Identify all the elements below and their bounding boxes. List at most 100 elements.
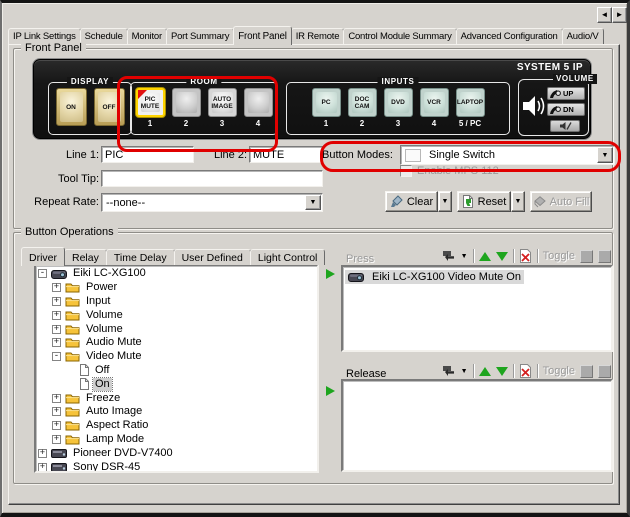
tree-item-label: Power [84, 281, 119, 294]
expand-toggle[interactable]: - [38, 269, 47, 278]
reset-button[interactable]: Reset [457, 191, 511, 212]
expand-toggle[interactable]: + [52, 297, 61, 306]
tree-item-lamp-mode[interactable]: +Lamp Mode [36, 433, 317, 447]
expand-toggle[interactable]: + [52, 407, 61, 416]
room-button-3[interactable]: AUTOIMAGE [208, 88, 237, 117]
tree-item-aspect-ratio[interactable]: +Aspect Ratio [36, 419, 317, 433]
dropdown-arrow-icon[interactable]: ▼ [597, 147, 613, 163]
expand-toggle[interactable]: + [52, 311, 61, 320]
input-button-1[interactable]: PC [312, 88, 341, 117]
expand-toggle[interactable]: + [52, 283, 61, 292]
tree-item-eiki-lc-xg100[interactable]: -Eiki LC-XG100 [36, 267, 317, 281]
input-button-5 / PC[interactable]: LAPTOP [456, 88, 485, 117]
expand-toggle[interactable]: + [52, 421, 61, 430]
clear-options-arrow[interactable]: ▼ [438, 191, 452, 212]
tab-scroll-left-button[interactable]: ◄ [597, 7, 612, 23]
tree-item-power[interactable]: + Power [36, 281, 317, 295]
operations-tab-time-delay[interactable]: Time Delay [106, 249, 175, 265]
tab-port-summary[interactable]: Port Summary [166, 28, 234, 45]
button-number-label: 3 [220, 119, 224, 128]
expand-toggle[interactable]: + [52, 338, 61, 347]
operations-tab-user-defined[interactable]: User Defined [174, 249, 251, 265]
move-down-icon[interactable] [496, 367, 508, 376]
enable-mps-checkbox[interactable] [400, 165, 412, 177]
tree-item-audio-mute[interactable]: +Audio Mute [36, 336, 317, 350]
operations-tab-light-control[interactable]: Light Control [250, 249, 326, 265]
toggle-state-2[interactable] [598, 250, 611, 263]
move-options-arrow[interactable]: ▼ [461, 253, 468, 260]
release-operations-list[interactable] [341, 379, 613, 472]
room-button-1[interactable]: PICMUTE [136, 88, 165, 117]
toggle-state-1[interactable] [580, 250, 593, 263]
move-options-arrow[interactable]: ▼ [461, 368, 468, 375]
display-button-on[interactable]: ON [56, 88, 87, 126]
folder-icon [65, 393, 80, 404]
tree-item-freeze[interactable]: + Freeze [36, 391, 317, 405]
panel-button-label: DVD [385, 89, 412, 116]
tab-ir-remote[interactable]: IR Remote [291, 28, 345, 45]
tab-control-module-summary[interactable]: Control Module Summary [343, 28, 456, 45]
input-button-4[interactable]: VCR [420, 88, 449, 117]
tab-monitor[interactable]: Monitor [127, 28, 167, 45]
move-down-icon[interactable] [496, 252, 508, 261]
move-operation-icon[interactable] [441, 365, 456, 377]
tooltip-input[interactable] [101, 170, 323, 187]
tree-item-video-mute[interactable]: -Video Mute [36, 350, 317, 364]
dropdown-arrow-icon[interactable]: ▼ [305, 195, 321, 210]
tab-scroll-right-button[interactable]: ► [612, 7, 627, 23]
projector-icon [51, 268, 67, 279]
expand-toggle[interactable]: + [52, 325, 61, 334]
tab-schedule[interactable]: Schedule [80, 28, 128, 45]
tree-item-volume[interactable]: +Volume [36, 308, 317, 322]
tree-item-auto-image[interactable]: +Auto Image [36, 405, 317, 419]
move-operation-icon[interactable] [441, 250, 456, 262]
expand-toggle[interactable]: - [52, 352, 61, 361]
tree-item-on[interactable]: On [36, 377, 317, 391]
delete-operation-icon[interactable] [519, 249, 532, 263]
clear-button[interactable]: Clear [385, 191, 438, 212]
tree-item-off[interactable]: Off [36, 364, 317, 378]
volume-mute-button[interactable] [550, 120, 580, 132]
operations-tab-driver[interactable]: Driver [21, 247, 65, 266]
volume-down-button[interactable]: DN [547, 103, 585, 116]
repeat-rate-dropdown[interactable]: --none-- ▼ [101, 193, 323, 212]
delete-operation-icon[interactable] [519, 364, 532, 378]
room-button-4[interactable] [244, 88, 273, 117]
auto-fill-button[interactable]: Auto Fill [530, 191, 592, 212]
tree-item-sony-dsr-45[interactable]: + Sony DSR-45 [36, 460, 317, 473]
toggle-state-1[interactable] [580, 365, 593, 378]
input-button-2[interactable]: DOCCAM [348, 88, 377, 117]
tab-advanced-configuration[interactable]: Advanced Configuration [456, 28, 563, 45]
button-number-label: 1 [148, 119, 152, 128]
tree-item-input[interactable]: +Input [36, 295, 317, 309]
move-up-icon[interactable] [479, 367, 491, 376]
expand-toggle[interactable]: + [38, 449, 47, 458]
tree-item-label: Freeze [84, 392, 122, 405]
auto-fill-icon [533, 196, 546, 208]
driver-tree[interactable]: -Eiki LC-XG100+Power+Input+Volume+Volume… [34, 264, 319, 473]
tree-item-volume[interactable]: +Volume [36, 322, 317, 336]
press-toolbar: ▼ Toggle [441, 248, 611, 264]
line2-input[interactable] [249, 146, 323, 163]
panel-button-label: LAPTOP [457, 89, 484, 116]
display-group-label: DISPLAY [67, 77, 113, 87]
input-button-3[interactable]: DVD [384, 88, 413, 117]
toggle-state-2[interactable] [598, 365, 611, 378]
display-button-off[interactable]: OFF [94, 88, 125, 126]
operation-item[interactable]: Eiki LC-XG100 Video Mute On [345, 270, 524, 284]
press-operations-list[interactable]: Eiki LC-XG100 Video Mute On [341, 265, 613, 352]
room-button-2[interactable] [172, 88, 201, 117]
expand-toggle[interactable]: + [38, 463, 47, 472]
expand-toggle[interactable]: + [52, 394, 61, 403]
reset-options-arrow[interactable]: ▼ [511, 191, 525, 212]
tree-item-pioneer-dvd-v7400[interactable]: +Pioneer DVD-V7400 [36, 446, 317, 460]
tree-item-label: Sony DSR-45 [71, 461, 142, 473]
operations-tab-relay[interactable]: Relay [64, 249, 107, 265]
button-modes-dropdown[interactable]: Single Switch ▼ [400, 145, 615, 165]
move-up-icon[interactable] [479, 252, 491, 261]
tab-audio-v[interactable]: Audio/V [562, 28, 604, 45]
expand-toggle[interactable]: + [52, 435, 61, 444]
volume-up-button[interactable]: UP [547, 87, 585, 100]
tab-front-panel[interactable]: Front Panel [233, 26, 291, 45]
line1-input[interactable] [101, 146, 194, 163]
